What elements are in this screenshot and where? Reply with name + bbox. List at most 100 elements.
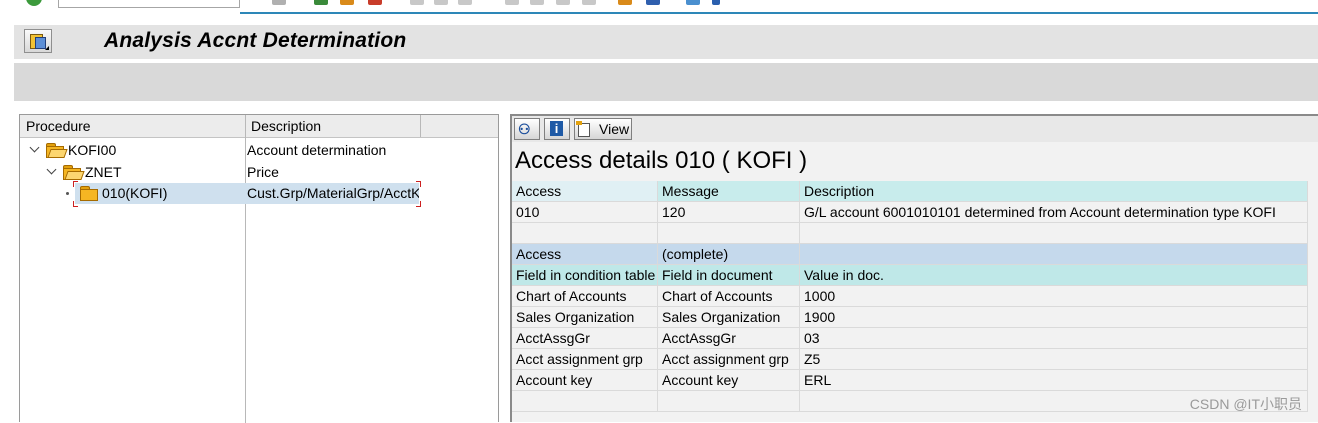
description-label: Price	[247, 164, 279, 180]
expand-chevron-icon[interactable]	[46, 164, 57, 175]
procedure-tree: Procedure Description KOFI00 Account det…	[19, 114, 499, 423]
dropdown-icon	[45, 46, 49, 50]
description-label: Cust.Grp/MaterialGrp/AcctKey	[247, 185, 419, 201]
application-toolbar	[14, 63, 1318, 101]
procedure-label: KOFI00	[68, 142, 117, 158]
description-label: Account determination	[247, 142, 387, 158]
find-next-icon[interactable]	[458, 0, 472, 5]
leaf-bullet-icon	[66, 192, 69, 195]
info-icon[interactable]	[712, 0, 720, 5]
menu-button[interactable]	[24, 29, 52, 53]
expand-chevron-icon[interactable]	[29, 142, 40, 153]
cancel-icon[interactable]	[368, 0, 382, 5]
column-header-value: Value in doc.	[800, 265, 1308, 285]
condition-field-cell: Sales Organization	[512, 307, 658, 327]
watermark: CSDN @IT小职员	[1189, 396, 1302, 412]
column-header-document-field: Field in document	[658, 265, 800, 285]
document-field-cell: Chart of Accounts	[658, 286, 800, 306]
description-cell: G/L account 6001010101 determined from A…	[800, 202, 1308, 222]
access-status: (complete)	[658, 244, 800, 264]
table-row	[512, 223, 1308, 244]
empty-cell	[800, 244, 1308, 264]
empty-cell	[800, 223, 1308, 243]
enter-icon[interactable]	[26, 0, 42, 6]
condition-field-cell: AcctAssgGr	[512, 328, 658, 348]
condition-field-cell: Acct assignment grp	[512, 349, 658, 369]
document-field-cell: Account key	[658, 370, 800, 390]
next-page-icon[interactable]	[556, 0, 570, 5]
field-header-row: Field in condition table Field in docume…	[512, 265, 1308, 286]
back-icon[interactable]	[314, 0, 328, 5]
print-icon[interactable]	[410, 0, 424, 5]
tree-header: Procedure Description	[20, 115, 498, 138]
document-field-cell: Acct assignment grp	[658, 349, 800, 369]
value-cell: Z5	[800, 349, 1308, 369]
tree-node-znet[interactable]: ZNET Price	[20, 162, 498, 183]
access-cell: 010	[512, 202, 658, 222]
document-field-cell: AcctAssgGr	[658, 328, 800, 348]
open-folder-icon	[63, 165, 85, 180]
condition-field-cell: Chart of Accounts	[512, 286, 658, 306]
value-cell: ERL	[800, 370, 1308, 390]
empty-cell	[512, 223, 658, 243]
find-icon[interactable]	[434, 0, 448, 5]
command-field[interactable]	[58, 0, 240, 8]
folder-icon	[80, 186, 98, 201]
value-cell: 03	[800, 328, 1308, 348]
exit-icon[interactable]	[340, 0, 354, 5]
toolbar-accent-line	[240, 12, 1318, 14]
selection-bracket	[416, 201, 421, 207]
column-header-message: Message	[658, 181, 800, 201]
value-cell: 1900	[800, 307, 1308, 327]
detail-toolbar: ⚇ i View	[512, 116, 1318, 142]
table-row[interactable]: 010 120 G/L account 6001010101 determine…	[512, 202, 1308, 223]
system-toolbar	[0, 0, 1318, 14]
last-page-icon[interactable]	[582, 0, 596, 5]
selection-bracket	[73, 201, 78, 207]
column-divider[interactable]	[420, 115, 421, 137]
find-button[interactable]: ⚇	[514, 118, 540, 140]
empty-cell	[658, 223, 800, 243]
condition-field-cell: Account key	[512, 370, 658, 390]
table-row	[512, 391, 1308, 412]
first-page-icon[interactable]	[505, 0, 519, 5]
table-row[interactable]: Account key Account key ERL	[512, 370, 1308, 391]
document-field-cell: Sales Organization	[658, 307, 800, 327]
table-row[interactable]: Sales Organization Sales Organization 19…	[512, 307, 1308, 328]
view-button[interactable]: View	[574, 118, 632, 140]
table-row[interactable]: Acct assignment grp Acct assignment grp …	[512, 349, 1308, 370]
access-details-heading: Access details 010 ( KOFI )	[515, 147, 808, 174]
save-icon[interactable]	[272, 0, 286, 5]
column-header-procedure[interactable]: Procedure	[26, 118, 91, 134]
tree-node-010-kofi[interactable]: 010(KOFI) Cust.Grp/MaterialGrp/AcctKey	[20, 181, 498, 207]
info-button[interactable]: i	[544, 118, 570, 140]
shortcut-icon[interactable]	[646, 0, 660, 5]
help-icon[interactable]	[686, 0, 700, 5]
table-header-row: Access Message Description	[512, 181, 1308, 202]
selection-bracket	[73, 181, 78, 187]
view-button-label: View	[599, 121, 630, 137]
value-cell: 1000	[800, 286, 1308, 306]
empty-cell	[512, 391, 658, 411]
table-row[interactable]: Chart of Accounts Chart of Accounts 1000	[512, 286, 1308, 307]
binoculars-icon: ⚇	[518, 121, 531, 137]
info-icon: i	[550, 121, 563, 136]
access-status-row: Access (complete)	[512, 244, 1308, 265]
create-session-icon[interactable]	[618, 0, 632, 5]
procedure-label: ZNET	[85, 164, 122, 180]
view-icon	[576, 121, 590, 137]
access-details-panel: ⚇ i View Access details 010 ( KOFI ) Acc…	[510, 114, 1318, 422]
column-header-description[interactable]: Description	[251, 118, 321, 134]
selection-bracket	[416, 181, 421, 187]
message-cell: 120	[658, 202, 800, 222]
procedure-label: 010(KOFI)	[102, 185, 168, 201]
page-title: Analysis Accnt Determination	[104, 29, 407, 52]
column-header-access: Access	[512, 181, 658, 201]
previous-page-icon[interactable]	[530, 0, 544, 5]
tree-node-kofi00[interactable]: KOFI00 Account determination	[20, 140, 498, 161]
column-header-condition-field: Field in condition table	[512, 265, 658, 285]
table-row[interactable]: AcctAssgGr AcctAssgGr 03	[512, 328, 1308, 349]
column-header-description: Description	[800, 181, 1308, 201]
open-folder-icon	[46, 143, 68, 158]
access-label: Access	[512, 244, 658, 264]
